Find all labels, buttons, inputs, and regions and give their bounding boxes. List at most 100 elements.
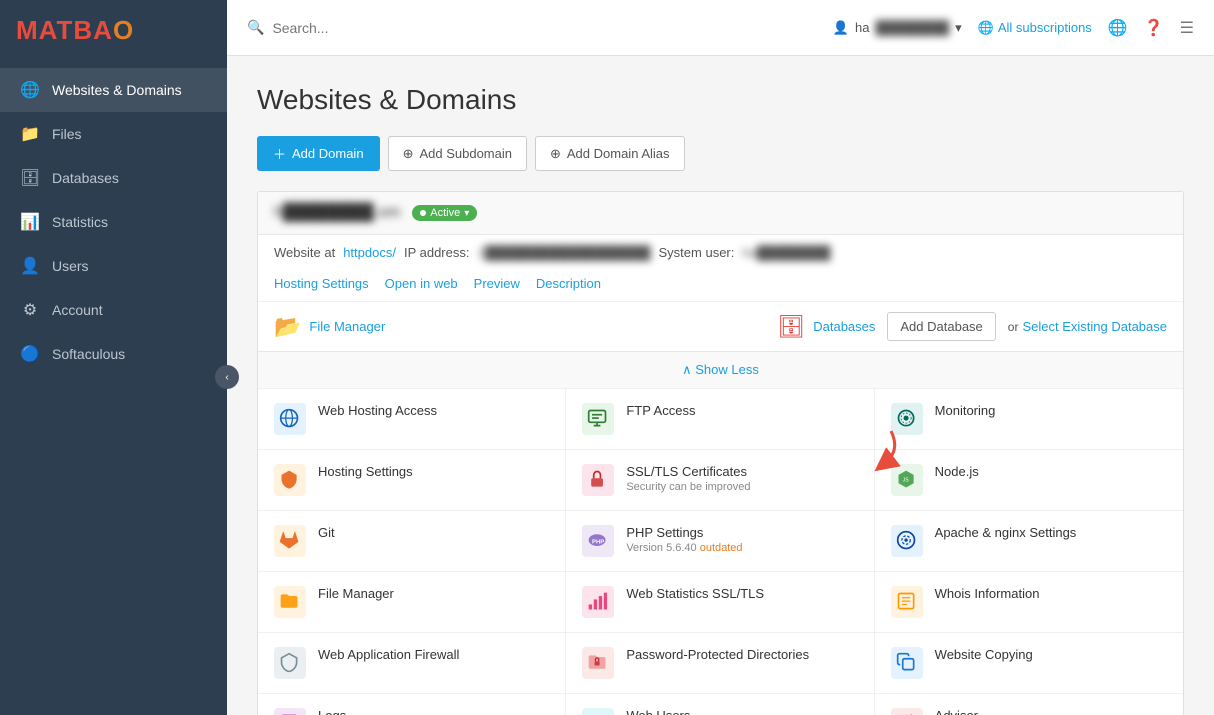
feature-name-password-protected-directories: Password-Protected Directories — [626, 647, 857, 662]
feature-item-web-statistics-ssl[interactable]: Web Statistics SSL/TLS — [566, 572, 874, 633]
file-manager-tool[interactable]: 📂 File Manager — [274, 314, 385, 340]
database-icon: 🗄 — [777, 314, 805, 340]
sidebar-item-label: Softaculous — [52, 346, 125, 362]
feature-item-password-protected-directories[interactable]: Password-Protected Directories — [566, 633, 874, 694]
feature-icon-web-application-firewall — [274, 647, 306, 679]
feature-item-logs[interactable]: Logs — [258, 694, 566, 715]
sidebar-item-databases[interactable]: 🗄 Databases — [0, 156, 227, 200]
databases-icon: 🗄 — [20, 168, 40, 188]
feature-icon-website-copying — [891, 647, 923, 679]
sidebar-item-label: Websites & Domains — [52, 82, 182, 98]
feature-name-web-users: Web Users — [626, 708, 857, 715]
feature-text-ftp-access: FTP Access — [626, 403, 857, 418]
feature-icon-monitoring — [891, 403, 923, 435]
add-subdomain-label: Add Subdomain — [419, 146, 512, 161]
help-icon[interactable]: ❓ — [1144, 18, 1164, 38]
system-user-label: System user: — [659, 245, 735, 260]
add-domain-icon: ＋ — [273, 144, 286, 163]
sidebar-item-statistics[interactable]: 📊 Statistics — [0, 200, 227, 244]
search-input[interactable] — [272, 20, 816, 36]
globe-icon: 🌐 — [978, 20, 994, 36]
subscriptions-link[interactable]: 🌐 All subscriptions — [978, 20, 1092, 36]
hosting-settings-link[interactable]: Hosting Settings — [274, 276, 369, 291]
sidebar-item-users[interactable]: 👤 Users — [0, 244, 227, 288]
feature-item-web-application-firewall[interactable]: Web Application Firewall — [258, 633, 566, 694]
feature-icon-advisor: ! — [891, 708, 923, 715]
domain-header: h████████.om Active ▾ — [258, 192, 1183, 235]
show-less-toggle[interactable]: ∧ Show Less — [258, 351, 1183, 388]
domain-info: Website at httpdocs/ IP address: 1██████… — [258, 235, 1183, 270]
add-domain-label: Add Domain — [292, 146, 364, 161]
main-content: 🔍 👤 ha ████████ ▾ 🌐 All subscriptions 🌐 … — [227, 0, 1214, 715]
feature-text-monitoring: Monitoring — [935, 403, 1167, 418]
feature-item-whois-information[interactable]: Whois Information — [875, 572, 1183, 633]
add-database-button[interactable]: Add Database — [887, 312, 995, 341]
feature-icon-web-users — [582, 708, 614, 715]
domain-quick-links: Hosting Settings Open in web Preview Des… — [258, 270, 1183, 301]
add-domain-button[interactable]: ＋ Add Domain — [257, 136, 380, 171]
add-subdomain-button[interactable]: ⊕ Add Subdomain — [388, 136, 527, 171]
feature-text-whois-information: Whois Information — [935, 586, 1167, 601]
user-chevron-icon[interactable]: ▾ — [955, 20, 962, 36]
menu-icon[interactable]: ☰ — [1180, 18, 1194, 38]
sidebar-item-files[interactable]: 📁 Files — [0, 112, 227, 156]
sidebar-item-softaculous[interactable]: 🔵 Softaculous — [0, 332, 227, 376]
open-in-web-link[interactable]: Open in web — [385, 276, 458, 291]
toolbar: ＋ Add Domain ⊕ Add Subdomain ⊕ Add Domai… — [257, 136, 1184, 171]
preview-link[interactable]: Preview — [474, 276, 520, 291]
feature-icon-nodejs: JS — [891, 464, 923, 496]
feature-item-ssl-tls-certificates[interactable]: SSL/TLS Certificates Security can be imp… — [566, 450, 874, 511]
feature-name-web-statistics-ssl: Web Statistics SSL/TLS — [626, 586, 857, 601]
feature-text-website-copying: Website Copying — [935, 647, 1167, 662]
databases-link[interactable]: 🗄 Databases — [777, 314, 875, 340]
feature-sub-ssl-tls-certificates: Security can be improved — [626, 481, 845, 493]
feature-item-hosting-settings[interactable]: Hosting Settings — [258, 450, 566, 511]
feature-item-ftp-access[interactable]: FTP Access — [566, 389, 874, 450]
feature-text-logs: Logs — [318, 708, 549, 715]
feature-item-nodejs[interactable]: JS Node.js — [875, 450, 1183, 511]
user-icon: 👤 — [833, 20, 849, 36]
status-chevron-icon: ▾ — [464, 208, 469, 219]
domain-tools: 📂 File Manager 🗄 Databases Add Database … — [258, 301, 1183, 351]
sidebar-collapse-button[interactable]: ‹ — [215, 365, 239, 389]
search-area: 🔍 — [247, 19, 817, 36]
feature-item-web-users[interactable]: Web Users — [566, 694, 874, 715]
feature-text-hosting-settings: Hosting Settings — [318, 464, 549, 479]
sidebar-item-websites-domains[interactable]: 🌐 Websites & Domains — [0, 68, 227, 112]
folder-icon: 📂 — [274, 314, 301, 340]
feature-text-web-statistics-ssl: Web Statistics SSL/TLS — [626, 586, 857, 601]
feature-item-git[interactable]: Git — [258, 511, 566, 572]
feature-text-git: Git — [318, 525, 549, 540]
select-existing-db-link[interactable]: Select Existing Database — [1022, 319, 1167, 334]
feature-item-php-settings[interactable]: PHP PHP Settings Version 5.6.40 outdated — [566, 511, 874, 572]
sidebar-item-account[interactable]: ⚙ Account — [0, 288, 227, 332]
feature-item-monitoring[interactable]: Monitoring — [875, 389, 1183, 450]
databases-label: Databases — [813, 319, 875, 334]
feature-icon-ssl-tls-certificates — [582, 464, 614, 496]
description-link[interactable]: Description — [536, 276, 601, 291]
website-at-label: Website at — [274, 245, 335, 260]
username-blurred: ████████ — [875, 20, 949, 35]
feature-item-website-copying[interactable]: Website Copying — [875, 633, 1183, 694]
feature-item-file-manager[interactable]: File Manager — [258, 572, 566, 633]
feature-name-advisor: Advisor — [935, 708, 1167, 715]
feature-name-web-application-firewall: Web Application Firewall — [318, 647, 549, 662]
feature-text-file-manager: File Manager — [318, 586, 549, 601]
add-subdomain-icon: ⊕ — [403, 146, 414, 162]
language-icon[interactable]: 🌐 — [1108, 18, 1128, 38]
httpdocs-link[interactable]: httpdocs/ — [343, 245, 396, 260]
feature-item-apache-nginx-settings[interactable]: Apache & nginx Settings — [875, 511, 1183, 572]
topbar-right: 👤 ha ████████ ▾ 🌐 All subscriptions 🌐 ❓ … — [833, 18, 1194, 38]
svg-text:PHP: PHP — [592, 539, 604, 545]
feature-name-hosting-settings: Hosting Settings — [318, 464, 549, 479]
feature-item-advisor[interactable]: ! Advisor — [875, 694, 1183, 715]
add-domain-alias-button[interactable]: ⊕ Add Domain Alias — [535, 136, 685, 171]
page-content: Websites & Domains ＋ Add Domain ⊕ Add Su… — [227, 56, 1214, 715]
file-manager-label: File Manager — [309, 319, 385, 334]
status-badge[interactable]: Active ▾ — [412, 205, 477, 221]
feature-text-password-protected-directories: Password-Protected Directories — [626, 647, 857, 662]
domain-card: h████████.om Active ▾ Website at httpdoc… — [257, 191, 1184, 715]
ip-label: IP address: — [404, 245, 470, 260]
feature-item-web-hosting-access[interactable]: Web Hosting Access — [258, 389, 566, 450]
show-less-label: Show Less — [695, 362, 759, 377]
